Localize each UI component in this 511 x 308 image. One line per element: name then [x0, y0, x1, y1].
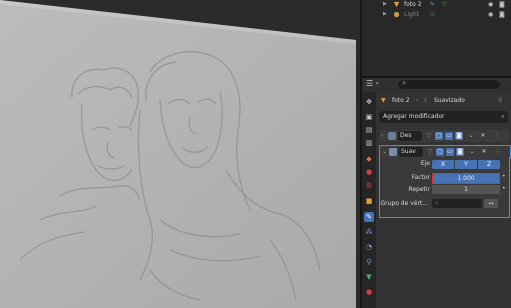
search-icon: ⌕ — [402, 78, 407, 87]
chevron-down-icon: ▾ — [501, 114, 504, 120]
repeat-label: Repetir — [408, 186, 430, 193]
keyframe-dot-icon[interactable]: • — [502, 185, 506, 192]
edit-mode-toggle-icon[interactable]: ▢ — [436, 148, 444, 156]
realtime-display-icon[interactable]: ▭ — [446, 148, 454, 156]
repeat-field[interactable]: 1 — [432, 185, 500, 194]
tab-modifiers-wrench-icon[interactable]: ✎ — [364, 212, 374, 222]
light-object-icon — [393, 11, 400, 18]
add-modifier-dropdown[interactable]: Agregar modificador ▾ — [379, 111, 508, 123]
remove-modifier-icon[interactable]: ✕ — [479, 132, 487, 140]
breadcrumb-modifier: Suavizado — [434, 97, 465, 104]
keyframe-dot-icon[interactable]: • — [502, 173, 506, 180]
expand-arrow-icon[interactable]: › — [381, 130, 383, 142]
displace-modifier-icon — [388, 132, 396, 140]
smooth-modifier-icon — [389, 148, 397, 156]
smooth-modifier-body: Eje X Y Z Factor 1.000 • Repetir 1 • Gru… — [379, 157, 510, 218]
modifier-header-displace[interactable]: › Des ▽ ▢ ▭ ◙ ⌄ ✕ ⋮ — [379, 130, 509, 142]
breadcrumb: ▼ foto 2 › ☾ Suavizado ⚲ — [376, 94, 511, 108]
remove-modifier-icon[interactable]: ✕ — [480, 148, 488, 156]
outliner-row-light[interactable]: ▶ Light ⊙ ◉ ◙ — [362, 9, 511, 20]
axis-x-toggle[interactable]: X — [432, 160, 454, 169]
mesh-object-icon — [393, 1, 400, 8]
tab-data-icon[interactable]: ▼ — [364, 272, 374, 282]
editor-type-chevron-icon[interactable]: ▾ — [376, 81, 379, 87]
drag-handle-icon[interactable]: ⋮ — [494, 148, 502, 156]
drag-handle-icon[interactable]: ⋮ — [493, 132, 501, 140]
tab-view-layer-icon[interactable]: ▥ — [364, 138, 374, 148]
tab-output-icon[interactable]: ▤ — [364, 125, 374, 135]
visibility-eye-icon[interactable]: ◉ — [488, 9, 493, 20]
axis-label: Eje — [420, 160, 430, 167]
tab-tool-icon[interactable]: ✥ — [364, 97, 374, 107]
tab-render-icon[interactable]: ▣ — [364, 112, 374, 122]
axis-y-toggle[interactable]: Y — [455, 160, 477, 169]
expand-arrow-icon[interactable]: ▶ — [383, 9, 387, 20]
render-camera-icon[interactable]: ◙ — [499, 9, 505, 20]
invert-vertex-group-icon[interactable]: ↔ — [484, 199, 498, 208]
vertex-group-label: Grupo de vért... — [380, 200, 429, 207]
render-toggle-icon[interactable]: ◙ — [456, 148, 464, 156]
smooth-modifier-icon: ☾ — [424, 97, 430, 104]
3d-viewport[interactable] — [0, 0, 360, 308]
tab-world-icon[interactable]: ● — [364, 167, 374, 177]
tab-scene-icon[interactable]: ◆ — [364, 154, 374, 164]
tab-object-icon[interactable]: ■ — [364, 196, 374, 206]
pin-icon[interactable]: ⚲ — [498, 94, 502, 108]
vertex-group-field[interactable]: ⁘ — [432, 199, 482, 208]
object-icon: ▼ — [381, 97, 386, 104]
breadcrumb-separator-icon: › — [416, 97, 419, 104]
on-cage-icon[interactable]: ▽ — [425, 132, 433, 140]
light-data-icon[interactable]: ⊙ — [430, 9, 435, 20]
modifier-menu-chevron-icon[interactable]: ⌄ — [468, 148, 476, 156]
breadcrumb-object: foto 2 — [392, 97, 410, 104]
factor-field[interactable]: 1.000 — [432, 173, 500, 184]
realtime-display-icon[interactable]: ▭ — [445, 132, 453, 140]
modifier-menu-chevron-icon[interactable]: ⌄ — [467, 132, 475, 140]
edit-mode-toggle-icon[interactable]: ▢ — [435, 132, 443, 140]
tab-particles-icon[interactable]: ⁂ — [364, 227, 374, 237]
editor-type-icon[interactable]: ☰ — [366, 79, 373, 88]
properties-search-input[interactable]: ⌕ — [398, 78, 500, 89]
vertex-group-icon: ⁘ — [434, 200, 440, 207]
outliner-row-label: Light — [404, 11, 419, 18]
tab-collection-icon[interactable]: ◍ — [364, 180, 374, 190]
embossed-photo-plane — [0, 0, 356, 308]
modifier-name-field[interactable]: Suav — [399, 147, 423, 157]
tab-physics-icon[interactable]: ◔ — [364, 242, 374, 252]
tab-material-icon[interactable]: ● — [364, 287, 374, 297]
factor-label: Factor — [411, 174, 430, 181]
render-toggle-icon[interactable]: ◙ — [455, 132, 463, 140]
on-cage-icon[interactable]: ▽ — [426, 148, 434, 156]
properties-header: ☰ ▾ ⌕ — [362, 78, 511, 92]
tab-constraints-icon[interactable]: ⚲ — [364, 257, 374, 267]
modifier-name-field[interactable]: Des — [398, 131, 422, 141]
properties-tab-bar: ✥ ▣ ▤ ▥ ◆ ● ◍ ■ ✎ ⁂ ◔ ⚲ ▼ ● — [362, 92, 376, 308]
outliner-panel: ▶ foto 2 ✎ ▽ ◉ ◙ ▶ Light ⊙ ◉ ◙ — [362, 0, 511, 76]
axis-z-toggle[interactable]: Z — [478, 160, 500, 169]
add-modifier-label: Agregar modificador — [383, 113, 445, 120]
